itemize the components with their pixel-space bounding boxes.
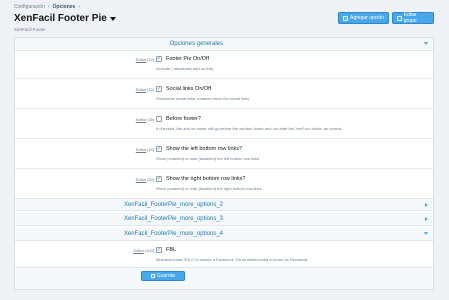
- option-label: Before footer?: [166, 116, 201, 122]
- edit-link[interactable]: Editar [100]: [134, 248, 154, 253]
- option-description: Show (enabled) or hide (disabled) the ri…: [156, 186, 263, 191]
- before-footer-checkbox[interactable]: [156, 116, 162, 122]
- edit-icon: [397, 15, 402, 21]
- breadcrumb-separator-icon: ›: [47, 4, 50, 10]
- chevron-down-icon[interactable]: [109, 17, 116, 21]
- divider: [15, 108, 433, 109]
- option-description: If checked, the add on footer will go be…: [156, 126, 343, 131]
- footer-pie-checkbox[interactable]: ✓: [156, 56, 162, 62]
- add-option-button[interactable]: + Agregar opción: [338, 12, 389, 24]
- option-label: Footer Pie On/Off: [166, 56, 210, 62]
- social-links-checkbox[interactable]: ✓: [156, 86, 162, 92]
- option-label: Show the right bottom row links?: [166, 176, 246, 182]
- save-icon: [150, 274, 155, 278]
- group-title: Opciones generales: [169, 41, 223, 47]
- edit-link[interactable]: Editar [30]: [136, 117, 154, 122]
- breadcrumb-item-config[interactable]: Configuración: [14, 4, 45, 10]
- chevron-right-icon[interactable]: [425, 217, 428, 221]
- option-description: Show (enabled) or hide (disabled) the le…: [156, 156, 261, 161]
- divider: [15, 78, 433, 79]
- group-title: XenFacil_FooterPie_more_options_4: [123, 231, 223, 237]
- option-label: Social links On/Off: [166, 86, 212, 92]
- breadcrumb-item-options[interactable]: Opciones: [53, 4, 76, 10]
- group-header-more-options-4[interactable]: XenFacil_FooterPie_more_options_4: [15, 228, 433, 241]
- option-description: Muestra/oculta SOLO el enlace a Facebook…: [156, 257, 309, 262]
- breadcrumb-separator-icon: ›: [78, 4, 80, 10]
- divider: [15, 168, 433, 169]
- page-subtitle: XenFacil Footer: [14, 27, 46, 32]
- group-header-general[interactable]: Opciones generales: [15, 38, 433, 51]
- edit-link[interactable]: Editar [10]: [136, 57, 154, 62]
- save-label: Guardar: [156, 273, 176, 279]
- group-header-more-options-2[interactable]: XenFacil_FooterPie_more_options_2: [15, 198, 433, 211]
- divider: [15, 138, 433, 139]
- options-panel: Opciones generales Editar [10] ✓ Footer …: [14, 37, 434, 290]
- edit-link[interactable]: Editar [40]: [136, 147, 154, 152]
- form-footer: [15, 267, 433, 289]
- plus-icon: +: [343, 15, 349, 21]
- option-label: Show the left bottom row links?: [166, 146, 243, 152]
- edit-group-label: Editar grupo: [403, 12, 417, 24]
- group-header-more-options-3[interactable]: XenFacil_FooterPie_more_options_3: [15, 213, 433, 226]
- edit-link[interactable]: Editar [50]: [136, 177, 154, 182]
- save-button[interactable]: Guardar: [141, 271, 185, 281]
- group-title: XenFacil_FooterPie_more_options_3: [123, 216, 223, 222]
- right-row-links-checkbox[interactable]: ✓: [156, 176, 162, 182]
- group-title: XenFacil_FooterPie_more_options_2: [123, 202, 223, 208]
- left-row-links-checkbox[interactable]: ✓: [156, 146, 162, 152]
- chevron-down-icon[interactable]: [424, 232, 428, 235]
- chevron-down-icon[interactable]: [424, 42, 428, 45]
- breadcrumb: Configuración › Opciones ›: [14, 4, 83, 10]
- edit-group-button[interactable]: Editar grupo: [392, 12, 434, 24]
- option-label: FBL: [166, 247, 177, 253]
- fbl-checkbox[interactable]: ✓: [156, 247, 162, 253]
- add-option-label: Agregar opción: [350, 15, 384, 21]
- edit-link[interactable]: Editar [20]: [136, 87, 154, 92]
- option-description: Activate / deactivate add on fully: [156, 66, 214, 71]
- page-title[interactable]: XenFacil Footer Pie: [14, 13, 116, 24]
- chevron-right-icon[interactable]: [425, 203, 428, 207]
- option-description: Show/hide social links; enabled show the…: [156, 96, 250, 101]
- page-title-text: XenFacil Footer Pie: [14, 13, 107, 24]
